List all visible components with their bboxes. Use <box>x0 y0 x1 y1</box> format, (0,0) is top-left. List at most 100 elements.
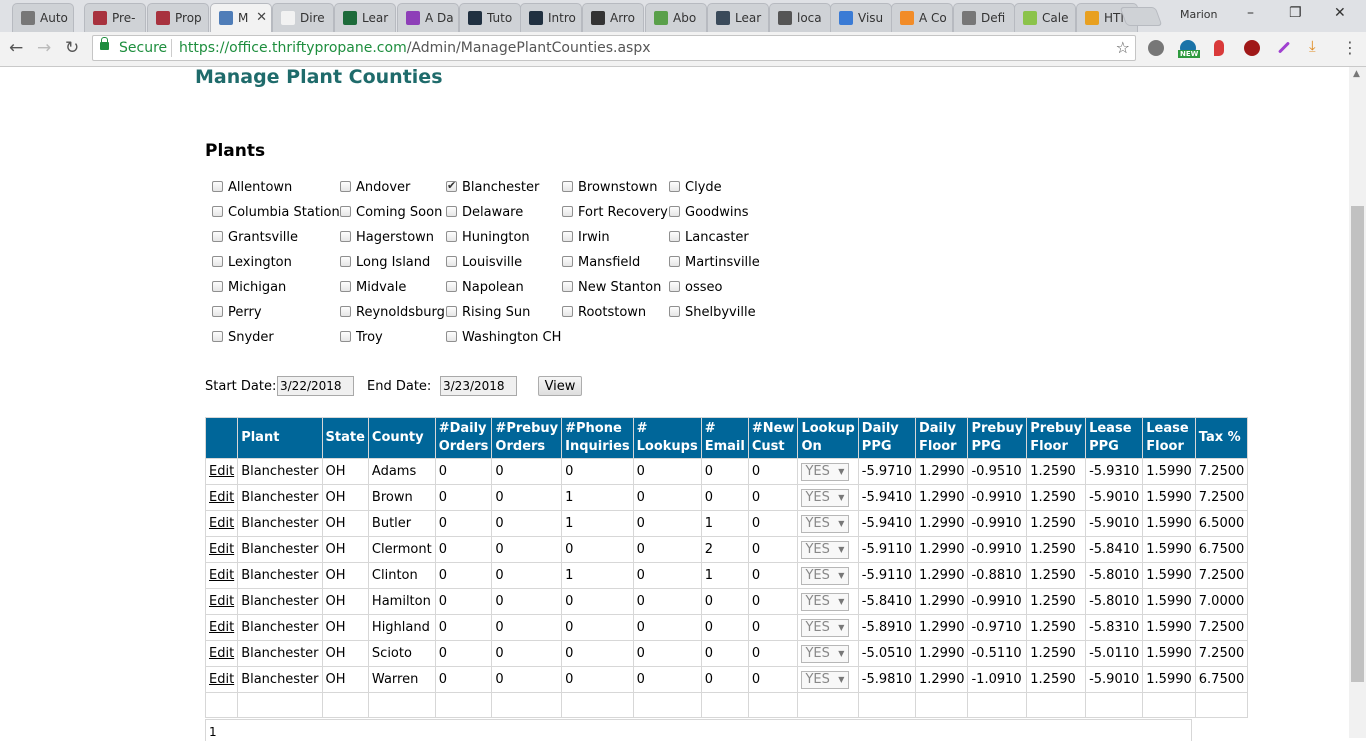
edit-link[interactable]: Edit <box>209 464 234 479</box>
reload-icon[interactable]: ↻ <box>65 38 79 58</box>
lookup-on-select[interactable]: YES ▼ <box>801 670 850 689</box>
plant-checkbox[interactable] <box>669 231 680 242</box>
edit-link[interactable]: Edit <box>209 594 234 609</box>
browser-tab[interactable]: Visu <box>830 3 892 32</box>
plant-checkbox[interactable] <box>212 181 223 192</box>
table-cell: 0 <box>700 588 749 615</box>
browser-tab[interactable]: Dire <box>272 3 334 32</box>
browser-tab[interactable]: M ✕ <box>210 3 272 32</box>
plant-checkbox[interactable] <box>340 181 351 192</box>
lookup-on-select[interactable]: YES ▼ <box>801 592 850 611</box>
plant-checkbox[interactable] <box>446 256 457 267</box>
plant-checkbox[interactable] <box>669 181 680 192</box>
plant-checkbox[interactable] <box>669 256 680 267</box>
start-date-input[interactable] <box>277 376 354 396</box>
page-scrollbar[interactable]: ▲ <box>1349 67 1366 738</box>
profile-name[interactable]: Marion <box>1180 8 1218 21</box>
lookup-on-select[interactable]: YES ▼ <box>801 644 850 663</box>
lookup-on-select[interactable]: YES ▼ <box>801 488 850 507</box>
plant-checkbox[interactable] <box>562 281 573 292</box>
lookup-on-select[interactable]: YES ▼ <box>801 618 850 637</box>
forward-arrow-icon[interactable]: → <box>37 38 51 58</box>
scroll-up-arrow-icon[interactable]: ▲ <box>1353 69 1360 79</box>
table-cell: 0 <box>747 614 799 641</box>
plant-checkbox[interactable] <box>446 281 457 292</box>
browser-tab[interactable]: A Da <box>397 3 459 32</box>
plant-checkbox[interactable] <box>212 281 223 292</box>
table-cell: -5.9310 <box>1085 458 1144 485</box>
browser-tab[interactable]: Cale <box>1014 3 1076 32</box>
browser-tab[interactable]: Arro <box>582 3 644 32</box>
back-arrow-icon[interactable]: ← <box>9 38 23 58</box>
settings-extension-icon[interactable] <box>1148 40 1164 56</box>
edit-link[interactable]: Edit <box>209 542 234 557</box>
plant-checkbox[interactable] <box>212 331 223 342</box>
browser-tab[interactable]: Pre- <box>84 3 146 32</box>
lookup-on-select[interactable]: YES ▼ <box>801 566 850 585</box>
plant-checkbox[interactable] <box>562 181 573 192</box>
pen-extension-icon[interactable] <box>1277 41 1291 54</box>
lookup-on-cell: YES ▼ <box>797 562 859 589</box>
browser-tab[interactable]: Defi <box>953 3 1015 32</box>
bookmark-star-icon[interactable]: ☆ <box>1116 38 1130 57</box>
end-date-input[interactable] <box>440 376 517 396</box>
browser-tab[interactable]: A Co <box>891 3 953 32</box>
edit-link[interactable]: Edit <box>209 646 234 661</box>
edit-link[interactable]: Edit <box>209 568 234 583</box>
browser-menu-icon[interactable]: ⋮ <box>1342 38 1358 57</box>
plant-checkbox[interactable] <box>669 206 680 217</box>
browser-tab[interactable]: Intro <box>520 3 582 32</box>
plant-checkbox[interactable] <box>562 256 573 267</box>
plant-checkbox[interactable] <box>212 231 223 242</box>
plant-checkbox[interactable] <box>340 231 351 242</box>
plant-checkbox[interactable] <box>446 306 457 317</box>
plant-checkbox[interactable] <box>669 306 680 317</box>
edit-link[interactable]: Edit <box>209 672 234 687</box>
edit-link[interactable]: Edit <box>209 516 234 531</box>
plant-checkbox[interactable] <box>340 331 351 342</box>
plant-checkbox[interactable] <box>446 231 457 242</box>
view-button[interactable]: View <box>538 376 582 396</box>
new-tab-button[interactable] <box>1119 7 1163 26</box>
maximize-icon[interactable]: ❐ <box>1289 5 1302 21</box>
plant-checkbox[interactable] <box>562 306 573 317</box>
edit-link[interactable]: Edit <box>209 490 234 505</box>
browser-tab[interactable]: Prop <box>147 3 209 32</box>
download-extension-icon[interactable]: ⤓ <box>1309 37 1323 55</box>
browser-tab[interactable]: loca <box>769 3 831 32</box>
plant-checkbox[interactable] <box>669 281 680 292</box>
plant-checkbox[interactable] <box>212 256 223 267</box>
minimize-icon[interactable]: – <box>1247 5 1254 21</box>
edit-link[interactable]: Edit <box>209 620 234 635</box>
plant-checkbox[interactable] <box>562 231 573 242</box>
close-window-icon[interactable]: ✕ <box>1334 5 1346 21</box>
pager-page-1[interactable]: 1 <box>209 725 217 739</box>
ublock-extension-icon[interactable] <box>1244 40 1260 56</box>
tab-label: Lear <box>735 11 762 25</box>
table-cell: 0 <box>632 562 702 589</box>
map-pin-extension-icon[interactable] <box>1214 40 1224 56</box>
tab-close-icon[interactable]: ✕ <box>256 10 267 25</box>
plant-checkbox[interactable] <box>212 306 223 317</box>
table-cell: 1 <box>561 510 634 537</box>
lookup-on-select[interactable]: YES ▼ <box>801 462 850 481</box>
plant-checkbox[interactable] <box>212 206 223 217</box>
lookup-on-select[interactable]: YES ▼ <box>801 514 850 533</box>
address-bar[interactable]: Secure https://office.thriftypropane.com… <box>92 35 1136 61</box>
plant-checkbox[interactable] <box>340 281 351 292</box>
browser-tab[interactable]: Tuto <box>459 3 521 32</box>
browser-tab[interactable]: Lear <box>334 3 396 32</box>
browser-tab[interactable]: Abo <box>645 3 707 32</box>
lookup-on-select[interactable]: YES ▼ <box>801 540 850 559</box>
browser-tab[interactable]: Auto <box>12 3 74 32</box>
plant-checkbox[interactable] <box>340 256 351 267</box>
plant-checkbox[interactable] <box>340 206 351 217</box>
plant-checkbox[interactable] <box>446 206 457 217</box>
plant-checkbox[interactable] <box>562 206 573 217</box>
browser-tab[interactable]: Lear <box>707 3 769 32</box>
scrollbar-thumb[interactable] <box>1351 206 1364 682</box>
plant-checkbox[interactable] <box>446 331 457 342</box>
table-cell: -1.0910 <box>967 666 1028 693</box>
plant-checkbox[interactable] <box>340 306 351 317</box>
plant-checkbox[interactable] <box>446 179 457 192</box>
